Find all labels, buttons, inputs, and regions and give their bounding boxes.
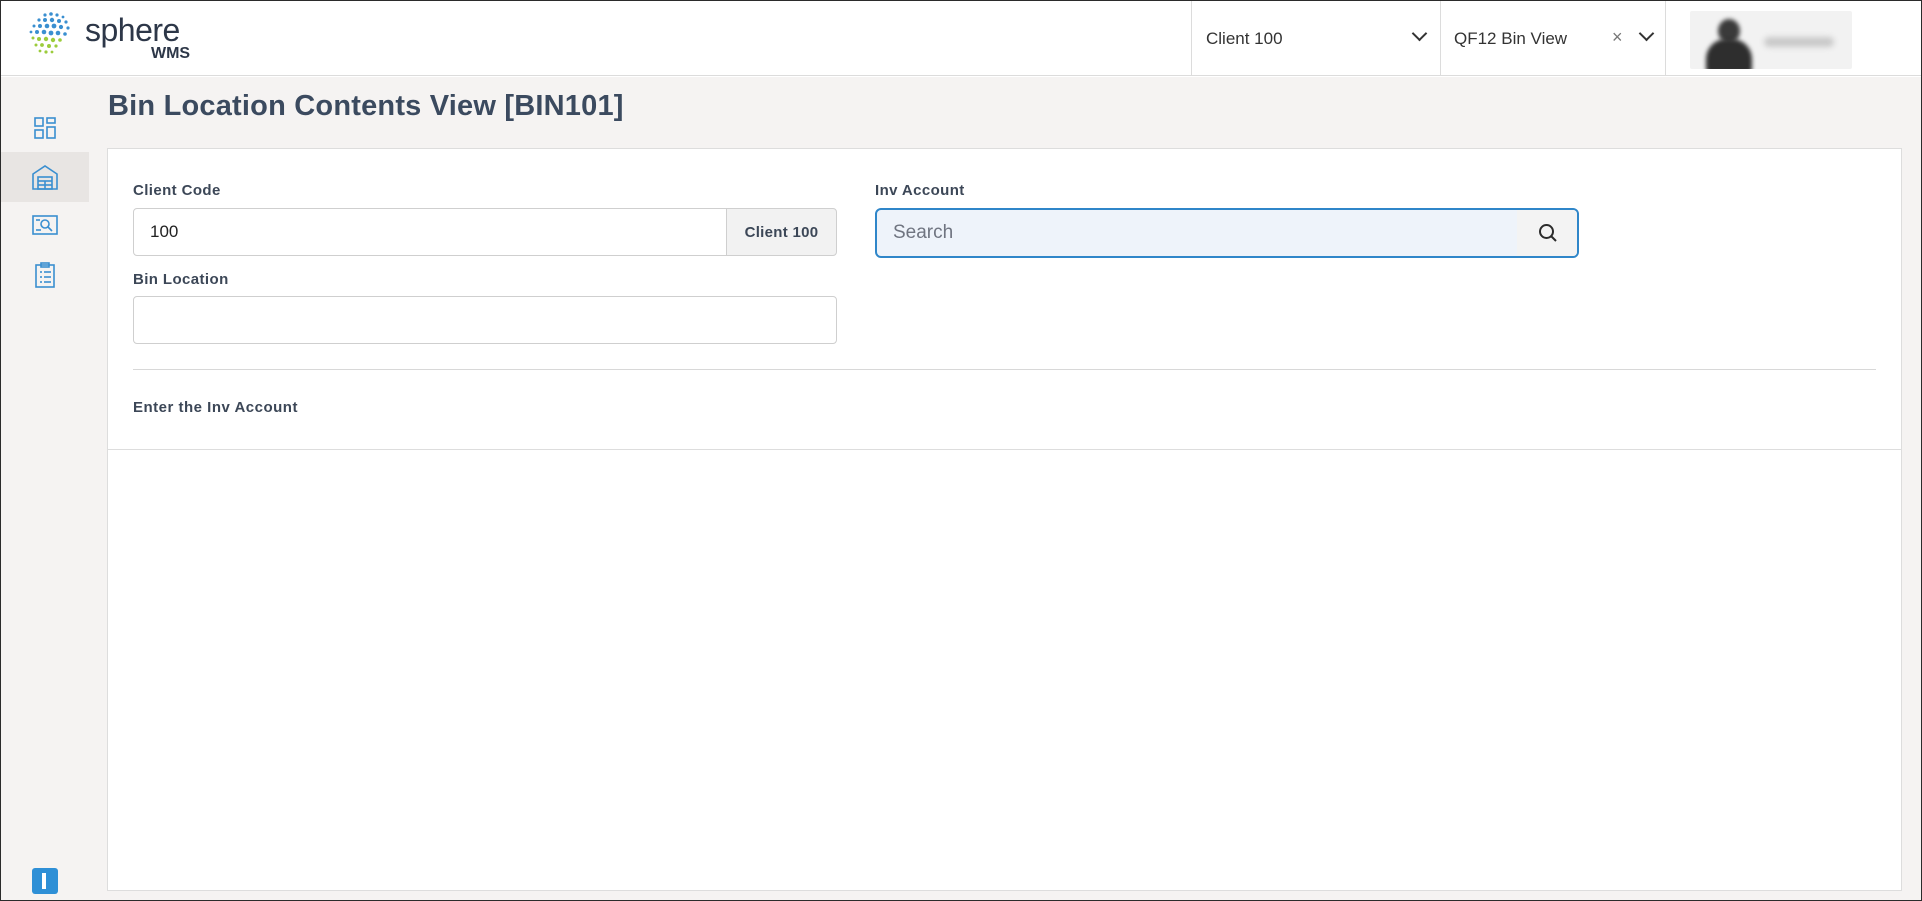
top-bar: sphere WMS Client 100 QF12 Bin View ×: [1, 1, 1921, 76]
sphere-wms-logo[interactable]: sphere WMS: [25, 9, 215, 67]
user-avatar[interactable]: [1690, 11, 1852, 69]
sidebar-item-dashboard[interactable]: [1, 103, 89, 153]
warehouse-icon: [32, 165, 58, 190]
user-menu[interactable]: [1665, 1, 1921, 76]
view-select[interactable]: QF12 Bin View ×: [1440, 1, 1665, 76]
bin-location-input[interactable]: [133, 296, 837, 344]
logo-subtitle: WMS: [151, 45, 191, 62]
inv-account-field: [875, 208, 1579, 258]
form-divider: [133, 369, 1876, 370]
search-icon: [1539, 224, 1557, 242]
avatar-body: [1706, 39, 1752, 69]
sidebar-item-warehouse[interactable]: [1, 152, 89, 202]
client-code-label: Client Code: [133, 182, 221, 199]
inv-account-input[interactable]: [877, 210, 1517, 256]
client-select-value: Client 100: [1206, 28, 1283, 48]
sidebar-item-checklist[interactable]: [1, 250, 89, 300]
view-select-value: QF12 Bin View: [1454, 28, 1568, 48]
page-title: Bin Location Contents View [BIN101]: [108, 90, 624, 122]
results-panel: [107, 450, 1902, 891]
hint-text: Enter the Inv Account: [133, 399, 298, 416]
dashboard-icon: [34, 117, 56, 139]
client-select[interactable]: Client 100: [1191, 1, 1440, 76]
globe-logo-icon: [29, 12, 70, 54]
checklist-icon: [35, 262, 55, 288]
client-code-value: 100: [150, 222, 179, 241]
bin-location-label: Bin Location: [133, 271, 229, 288]
inv-account-label: Inv Account: [875, 182, 965, 199]
logo-wordmark: sphere: [85, 12, 180, 48]
chevron-down-icon: [1638, 25, 1655, 42]
client-code-addon: Client 100: [726, 208, 837, 256]
panel-toggle-icon[interactable]: [32, 868, 58, 894]
sidebar: [1, 77, 89, 900]
inventory-search-icon: [32, 215, 58, 235]
search-button[interactable]: [1517, 210, 1577, 256]
user-name-redacted: [1764, 37, 1834, 47]
chevron-down-icon: [1411, 25, 1428, 42]
sidebar-item-inventory[interactable]: [1, 201, 89, 251]
clear-icon[interactable]: ×: [1612, 28, 1623, 46]
client-code-input[interactable]: 100: [133, 208, 728, 256]
